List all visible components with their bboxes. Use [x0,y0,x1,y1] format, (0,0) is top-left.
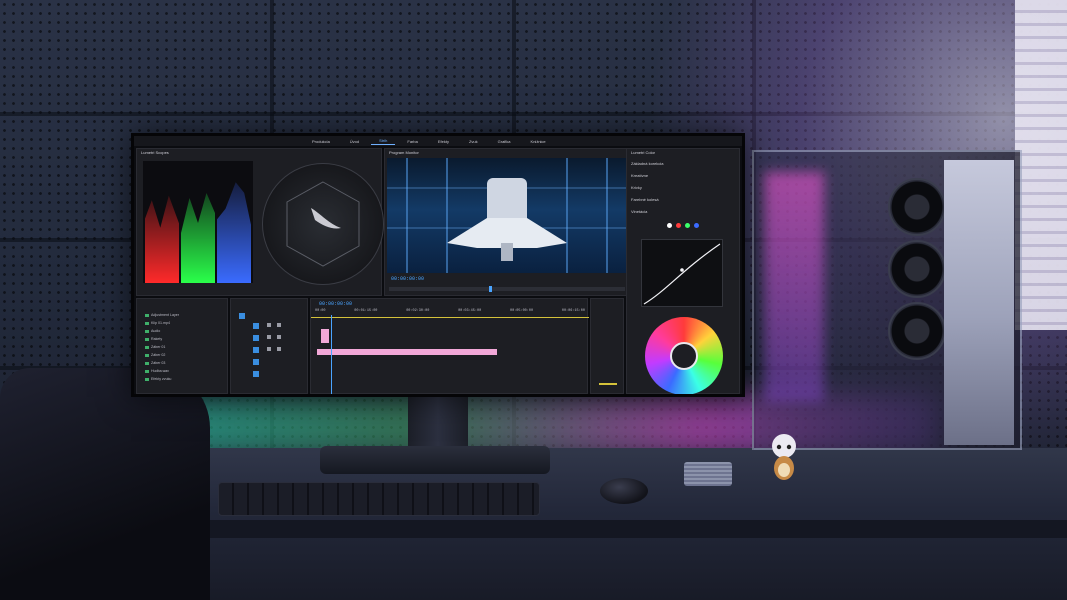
timeline-ruler[interactable]: 00:00 00:01:15:00 00:02:30:00 00:03:45:00 00… [315,309,585,315]
bin-icon [145,314,149,317]
swatch-icon[interactable] [685,223,690,228]
workspace-tab[interactable]: Grafika [490,138,519,145]
monitor-stand [408,393,468,453]
window-blind [1015,0,1067,330]
ruler-label: 00:01:15:00 [354,309,378,313]
case-side-panel [944,160,1014,445]
lumetri-scopes-pane: Lumetri Scopes [136,148,384,296]
pc-case [752,150,1022,450]
project-item[interactable]: Záber 01 [151,345,165,349]
monitor-base [320,446,550,474]
wheel-center[interactable] [670,342,698,370]
lumetri-color-pane: Lumetri Color Základná korekcia Kreatívn… [626,148,740,394]
case-rgb-glow [764,172,824,402]
bin-icon [145,330,149,333]
color-wheel[interactable] [645,317,723,394]
program-viewer[interactable] [387,158,627,273]
vectorscope [262,163,384,285]
timeline-timecode: 00:00:00:00 [319,301,353,307]
lumetri-section[interactable]: Kreatívne [631,173,648,178]
ruler-label: 00:02:30:00 [406,309,430,313]
fan-icon [888,178,946,236]
workspace-tab[interactable]: Efekty [430,138,457,145]
keyboard [218,482,540,516]
red-channel [145,195,179,283]
project-item[interactable]: Adjustment Layer [151,313,179,317]
fan-icon [888,302,946,360]
ruler-label: 00:00 [315,309,326,313]
project-item[interactable]: Hudba.wav [151,369,169,373]
channel-swatches [667,223,699,228]
program-timecode: 00:00:00:00 [391,276,425,282]
timeline-clip[interactable] [321,329,329,343]
lumetri-title: Lumetri Color [631,150,656,155]
cubone-figurine [772,434,796,480]
workspace-bar: Produkcia Úvod Strih Farba Efekty Zvuk Grafika… [134,136,742,146]
rgb-parade [143,161,253,283]
playhead[interactable] [489,286,492,292]
lumetri-section[interactable]: Krivky [631,185,642,190]
program-title: Program Monitor [389,150,419,155]
timeline-pane: 00:00:00:00 00:00 00:01:15:00 00:02:30:00 0… [310,298,589,394]
bin-icon [145,362,149,365]
monitor-screen: Produkcia Úvod Strih Farba Efekty Zvuk Grafika… [131,133,745,397]
scopes-title: Lumetri Scopes [141,150,169,155]
bin-icon [145,378,149,381]
usb-hub [684,462,732,486]
meter-level [599,383,617,385]
bin-icon [145,346,149,349]
swatch-icon[interactable] [694,223,699,228]
lumetri-section[interactable]: Farebné kolesá [631,197,659,202]
desk-setup-photo: Produkcia Úvod Strih Farba Efekty Zvuk Grafika… [0,0,1067,600]
project-item[interactable]: Audio [151,329,160,333]
blue-channel [217,182,251,283]
swatch-icon[interactable] [667,223,672,228]
mouse [600,478,648,504]
tools-pane [230,298,308,394]
ruler-label: 00:05:00:00 [509,309,534,313]
bin-icon [145,354,149,357]
project-item[interactable]: Efekty zvuku [151,377,171,381]
audio-meter-pane [590,298,624,394]
project-item[interactable]: Klip 01.mp4 [151,321,170,325]
workspace-tab[interactable]: Strih [371,137,396,145]
bin-icon [145,370,149,373]
workspace-tab[interactable]: Knižnice [523,138,554,145]
lumetri-section[interactable]: Vinetácia [631,209,647,214]
project-item[interactable]: Záber 02 [151,353,165,357]
bin-icon [145,322,149,325]
timeline-playhead[interactable] [331,315,332,394]
program-scrubber[interactable] [389,286,625,292]
ruler-label: 00:03:45:00 [458,309,482,313]
fan-icon [888,240,946,298]
workspace-tab[interactable]: Farba [399,138,425,145]
ruler-label: 00:06:15:00 [561,309,585,313]
office-chair [0,368,210,600]
bin-icon [145,338,149,341]
workspace-tab[interactable]: Produkcia [304,138,338,145]
lumetri-section[interactable]: Základná korekcia [631,161,663,166]
swatch-icon[interactable] [676,223,681,228]
project-item[interactable]: Rakety [151,337,162,341]
project-item[interactable]: Záber 03 [151,361,165,365]
workspace-tab[interactable]: Zvuk [461,138,486,145]
project-pane: Adjustment Layer Klip 01.mp4 Audio Rakety Zá… [136,298,228,394]
timeline-clip[interactable] [317,349,497,355]
workspace-tab[interactable]: Úvod [342,138,367,145]
work-area-bar[interactable] [311,317,589,318]
green-channel [181,193,215,283]
rgb-curve[interactable] [641,239,723,307]
desk-edge [150,520,1067,538]
program-monitor-pane: Program Monitor 00:00:00:00 [384,148,630,296]
